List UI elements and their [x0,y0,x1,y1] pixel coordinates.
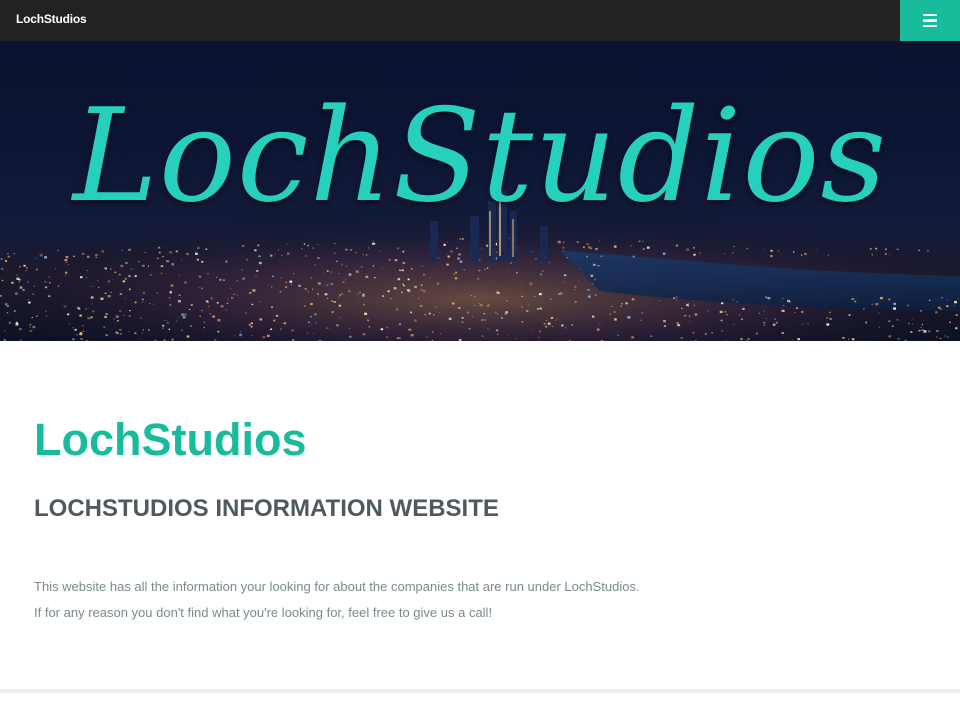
top-navbar: LochStudios [0,0,960,41]
hero-banner: LochStudios [0,41,960,341]
contact-paragraph: If for any reason you don't find what yo… [34,605,493,620]
page-subtitle: LOCHSTUDIOS INFORMATION WEBSITE [34,495,499,522]
hero-title: LochStudios [72,82,888,231]
page-title: LochStudios [34,414,307,465]
intro-paragraph: This website has all the information you… [34,579,640,594]
menu-toggle-button[interactable] [900,0,960,41]
navbar-brand[interactable]: LochStudios [16,12,87,26]
hamburger-icon [923,13,937,28]
section-divider [0,689,960,693]
